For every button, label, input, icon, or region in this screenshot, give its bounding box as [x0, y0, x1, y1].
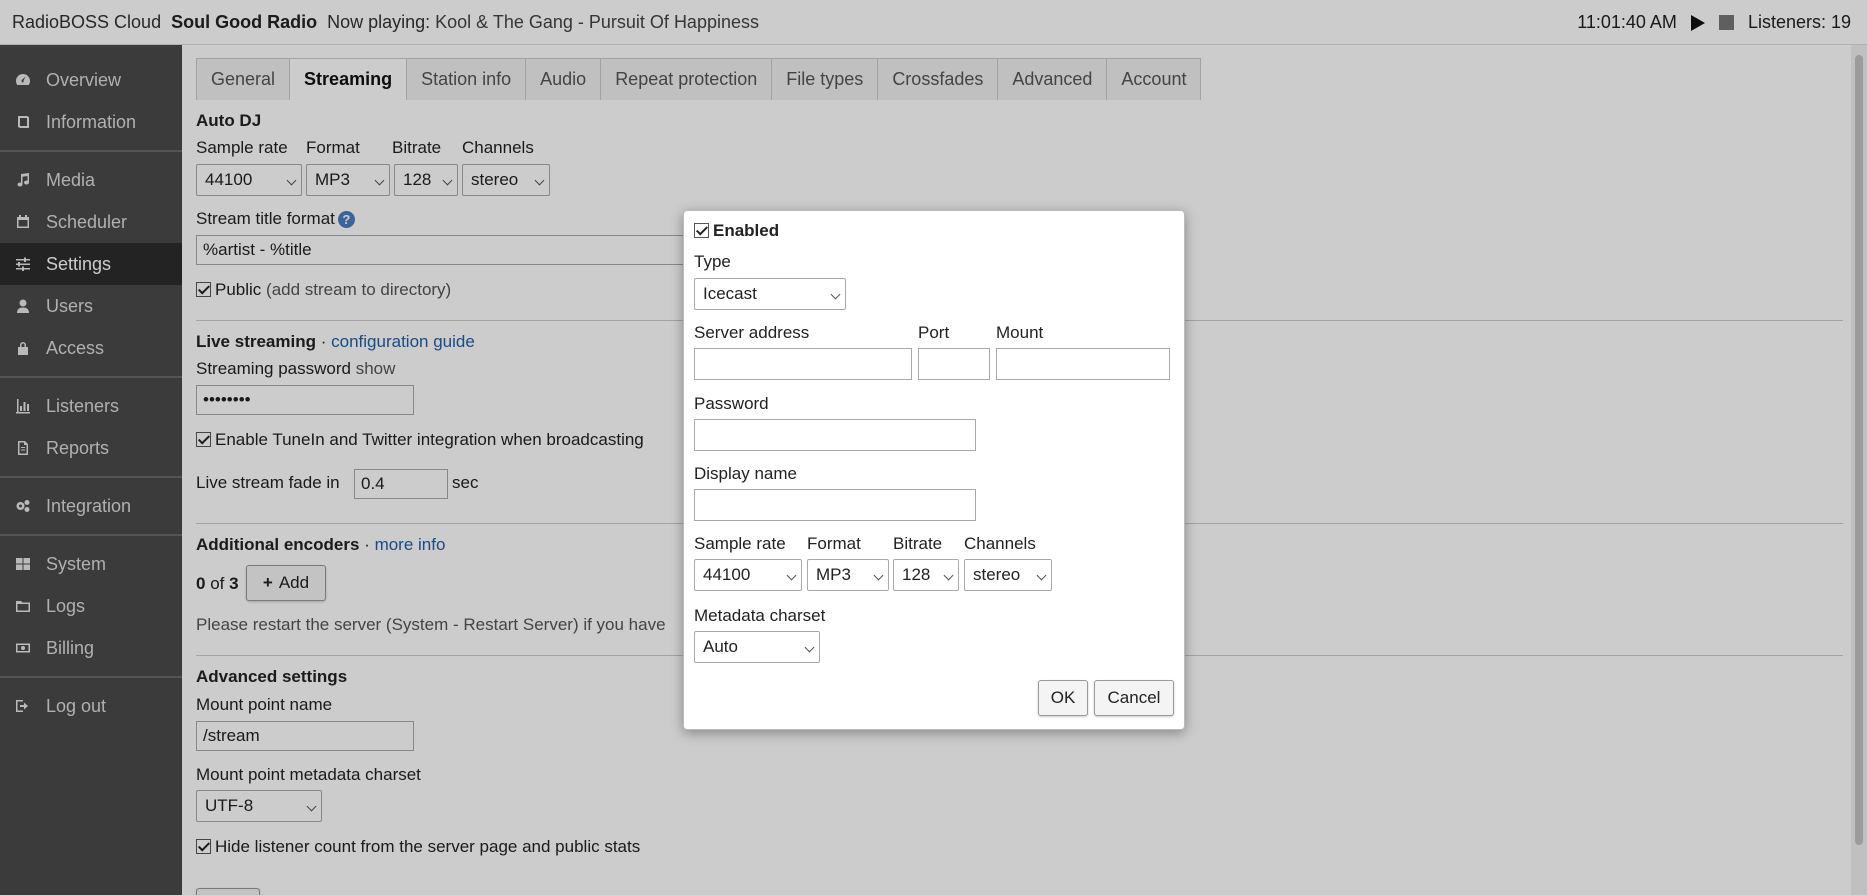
modal-sample-rate-label: Sample rate	[694, 534, 786, 553]
metadata-charset-value: Auto	[703, 637, 738, 656]
modal-bitrate-select[interactable]: 128	[893, 559, 959, 591]
chevron-down-icon	[830, 289, 841, 300]
modal-sample-rate-select[interactable]: 44100	[694, 559, 802, 591]
modal-format-select[interactable]: MP3	[807, 559, 889, 591]
chevron-down-icon	[873, 570, 884, 581]
type-value: Icecast	[703, 284, 757, 303]
mount-input[interactable]	[996, 348, 1170, 380]
type-select[interactable]: Icecast	[694, 278, 846, 310]
display-name-label: Display name	[694, 464, 797, 483]
modal-format-value: MP3	[816, 565, 851, 584]
modal-channels-label: Channels	[964, 534, 1036, 553]
metadata-charset-select[interactable]: Auto	[694, 631, 820, 663]
enabled-checkbox[interactable]	[694, 223, 709, 238]
metadata-charset-label: Metadata charset	[694, 606, 826, 625]
password-input[interactable]	[694, 419, 976, 451]
modal-bitrate-label: Bitrate	[893, 534, 943, 553]
display-name-input[interactable]	[694, 489, 976, 521]
port-input[interactable]	[918, 348, 990, 380]
chevron-down-icon	[804, 642, 815, 653]
cancel-button[interactable]: Cancel	[1094, 680, 1174, 716]
modal-bitrate-value: 128	[902, 565, 931, 584]
enabled-row: Enabled	[694, 221, 779, 241]
enabled-label: Enabled	[713, 221, 780, 240]
server-address-label: Server address	[694, 323, 810, 342]
password-label: Password	[694, 394, 769, 413]
encoder-dialog: Enabled Type Icecast Server address Port…	[683, 210, 1185, 730]
port-label: Port	[918, 323, 950, 342]
chevron-down-icon	[1036, 570, 1047, 581]
modal-format-label: Format	[807, 534, 861, 553]
chevron-down-icon	[943, 570, 954, 581]
modal-channels-value: stereo	[973, 565, 1021, 584]
type-label: Type	[694, 252, 731, 271]
mount-label: Mount	[996, 323, 1044, 342]
chevron-down-icon	[786, 570, 797, 581]
modal-channels-select[interactable]: stereo	[964, 559, 1052, 591]
ok-button[interactable]: OK	[1038, 680, 1088, 716]
modal-sample-rate-value: 44100	[703, 565, 751, 584]
server-address-input[interactable]	[694, 348, 912, 380]
